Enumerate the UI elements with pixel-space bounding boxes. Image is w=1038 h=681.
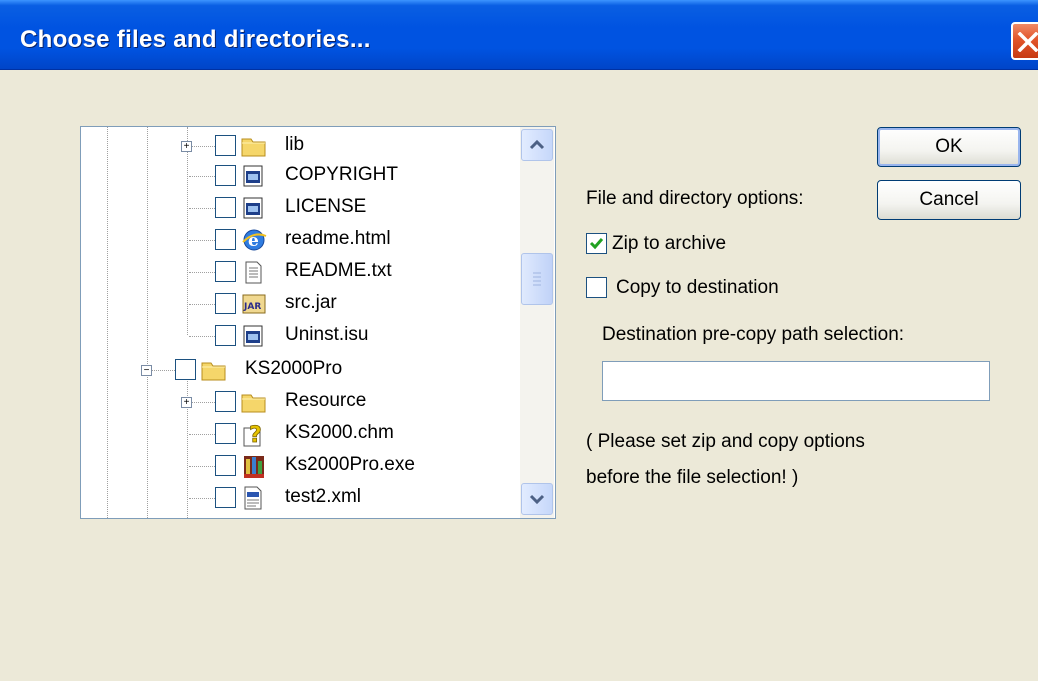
expand-icon[interactable]: + bbox=[181, 141, 192, 152]
tree-item-copyright[interactable]: COPYRIGHT bbox=[81, 161, 521, 191]
destination-path-input[interactable] bbox=[602, 361, 990, 401]
tree-item-checkbox[interactable] bbox=[215, 165, 236, 186]
folder-icon bbox=[241, 390, 266, 414]
title-bar: Choose files and directories... bbox=[0, 0, 1038, 70]
tree-item-checkbox[interactable] bbox=[215, 135, 236, 156]
exe-icon bbox=[241, 452, 265, 478]
chevron-down-icon bbox=[529, 494, 545, 505]
scroll-up-button[interactable] bbox=[521, 129, 553, 161]
note-line-1: ( Please set zip and copy options bbox=[586, 431, 865, 452]
tree-item-checkbox[interactable] bbox=[215, 391, 236, 412]
chevron-up-icon bbox=[529, 139, 545, 150]
copy-label[interactable]: Copy to destination bbox=[616, 277, 779, 299]
tree-item-src-jar[interactable]: JAR src.jar bbox=[81, 289, 521, 319]
tree-scrollbar[interactable] bbox=[520, 127, 554, 518]
close-icon bbox=[1017, 32, 1038, 52]
copy-checkbox[interactable] bbox=[586, 277, 607, 298]
file-tree[interactable]: + lib COPYRIGHT LICENSE e readme.html RE… bbox=[80, 126, 556, 519]
options-heading: File and directory options: bbox=[586, 188, 804, 209]
ie-html-icon: e bbox=[241, 227, 267, 251]
tree-item-readme-html[interactable]: e readme.html bbox=[81, 225, 521, 255]
destination-label: Destination pre-copy path selection: bbox=[602, 324, 905, 345]
file-icon bbox=[241, 324, 265, 348]
xml-file-icon bbox=[241, 485, 265, 510]
tree-item-ks2000pro-exe[interactable]: Ks2000Pro.exe bbox=[81, 451, 521, 481]
ok-button[interactable]: OK bbox=[877, 127, 1021, 167]
jar-icon: JAR bbox=[241, 291, 266, 315]
tree-item-checkbox[interactable] bbox=[215, 261, 236, 282]
tree-item-uninst-isu[interactable]: Uninst.isu bbox=[81, 321, 521, 351]
svg-text:?: ? bbox=[249, 423, 262, 448]
text-file-icon bbox=[241, 259, 265, 284]
tree-item-checkbox[interactable] bbox=[175, 359, 196, 380]
tree-item-checkbox[interactable] bbox=[215, 293, 236, 314]
checkmark-icon bbox=[589, 238, 604, 250]
note-line-2: before the file selection! ) bbox=[586, 467, 799, 488]
collapse-icon[interactable]: − bbox=[141, 365, 152, 376]
scroll-thumb[interactable] bbox=[521, 253, 553, 305]
file-icon bbox=[241, 164, 265, 188]
tree-item-resource[interactable]: + Resource bbox=[81, 387, 521, 417]
folder-icon bbox=[241, 134, 266, 158]
tree-item-lib[interactable]: + lib bbox=[81, 131, 521, 161]
tree-item-checkbox[interactable] bbox=[215, 455, 236, 476]
close-button[interactable] bbox=[1011, 22, 1038, 60]
window-title: Choose files and directories... bbox=[20, 26, 371, 53]
tree-item-ks2000-chm[interactable]: ? KS2000.chm bbox=[81, 419, 521, 449]
zip-label[interactable]: Zip to archive bbox=[612, 233, 726, 255]
help-file-icon: ? bbox=[241, 420, 265, 448]
zip-checkbox[interactable] bbox=[586, 233, 607, 254]
file-icon bbox=[241, 196, 265, 220]
tree-item-ks2000pro[interactable]: − KS2000Pro bbox=[81, 355, 521, 385]
tree-item-checkbox[interactable] bbox=[215, 197, 236, 218]
tree-item-test2-xml[interactable]: test2.xml bbox=[81, 483, 521, 513]
tree-item-checkbox[interactable] bbox=[215, 229, 236, 250]
folder-icon bbox=[201, 358, 226, 382]
expand-icon[interactable]: + bbox=[181, 397, 192, 408]
scroll-down-button[interactable] bbox=[521, 483, 553, 515]
tree-item-readme-txt[interactable]: README.txt bbox=[81, 257, 521, 287]
cancel-button[interactable]: Cancel bbox=[877, 180, 1021, 220]
svg-text:JAR: JAR bbox=[243, 302, 261, 312]
tree-item-license[interactable]: LICENSE bbox=[81, 193, 521, 223]
tree-item-checkbox[interactable] bbox=[215, 325, 236, 346]
tree-item-checkbox[interactable] bbox=[215, 423, 236, 444]
tree-item-checkbox[interactable] bbox=[215, 487, 236, 508]
